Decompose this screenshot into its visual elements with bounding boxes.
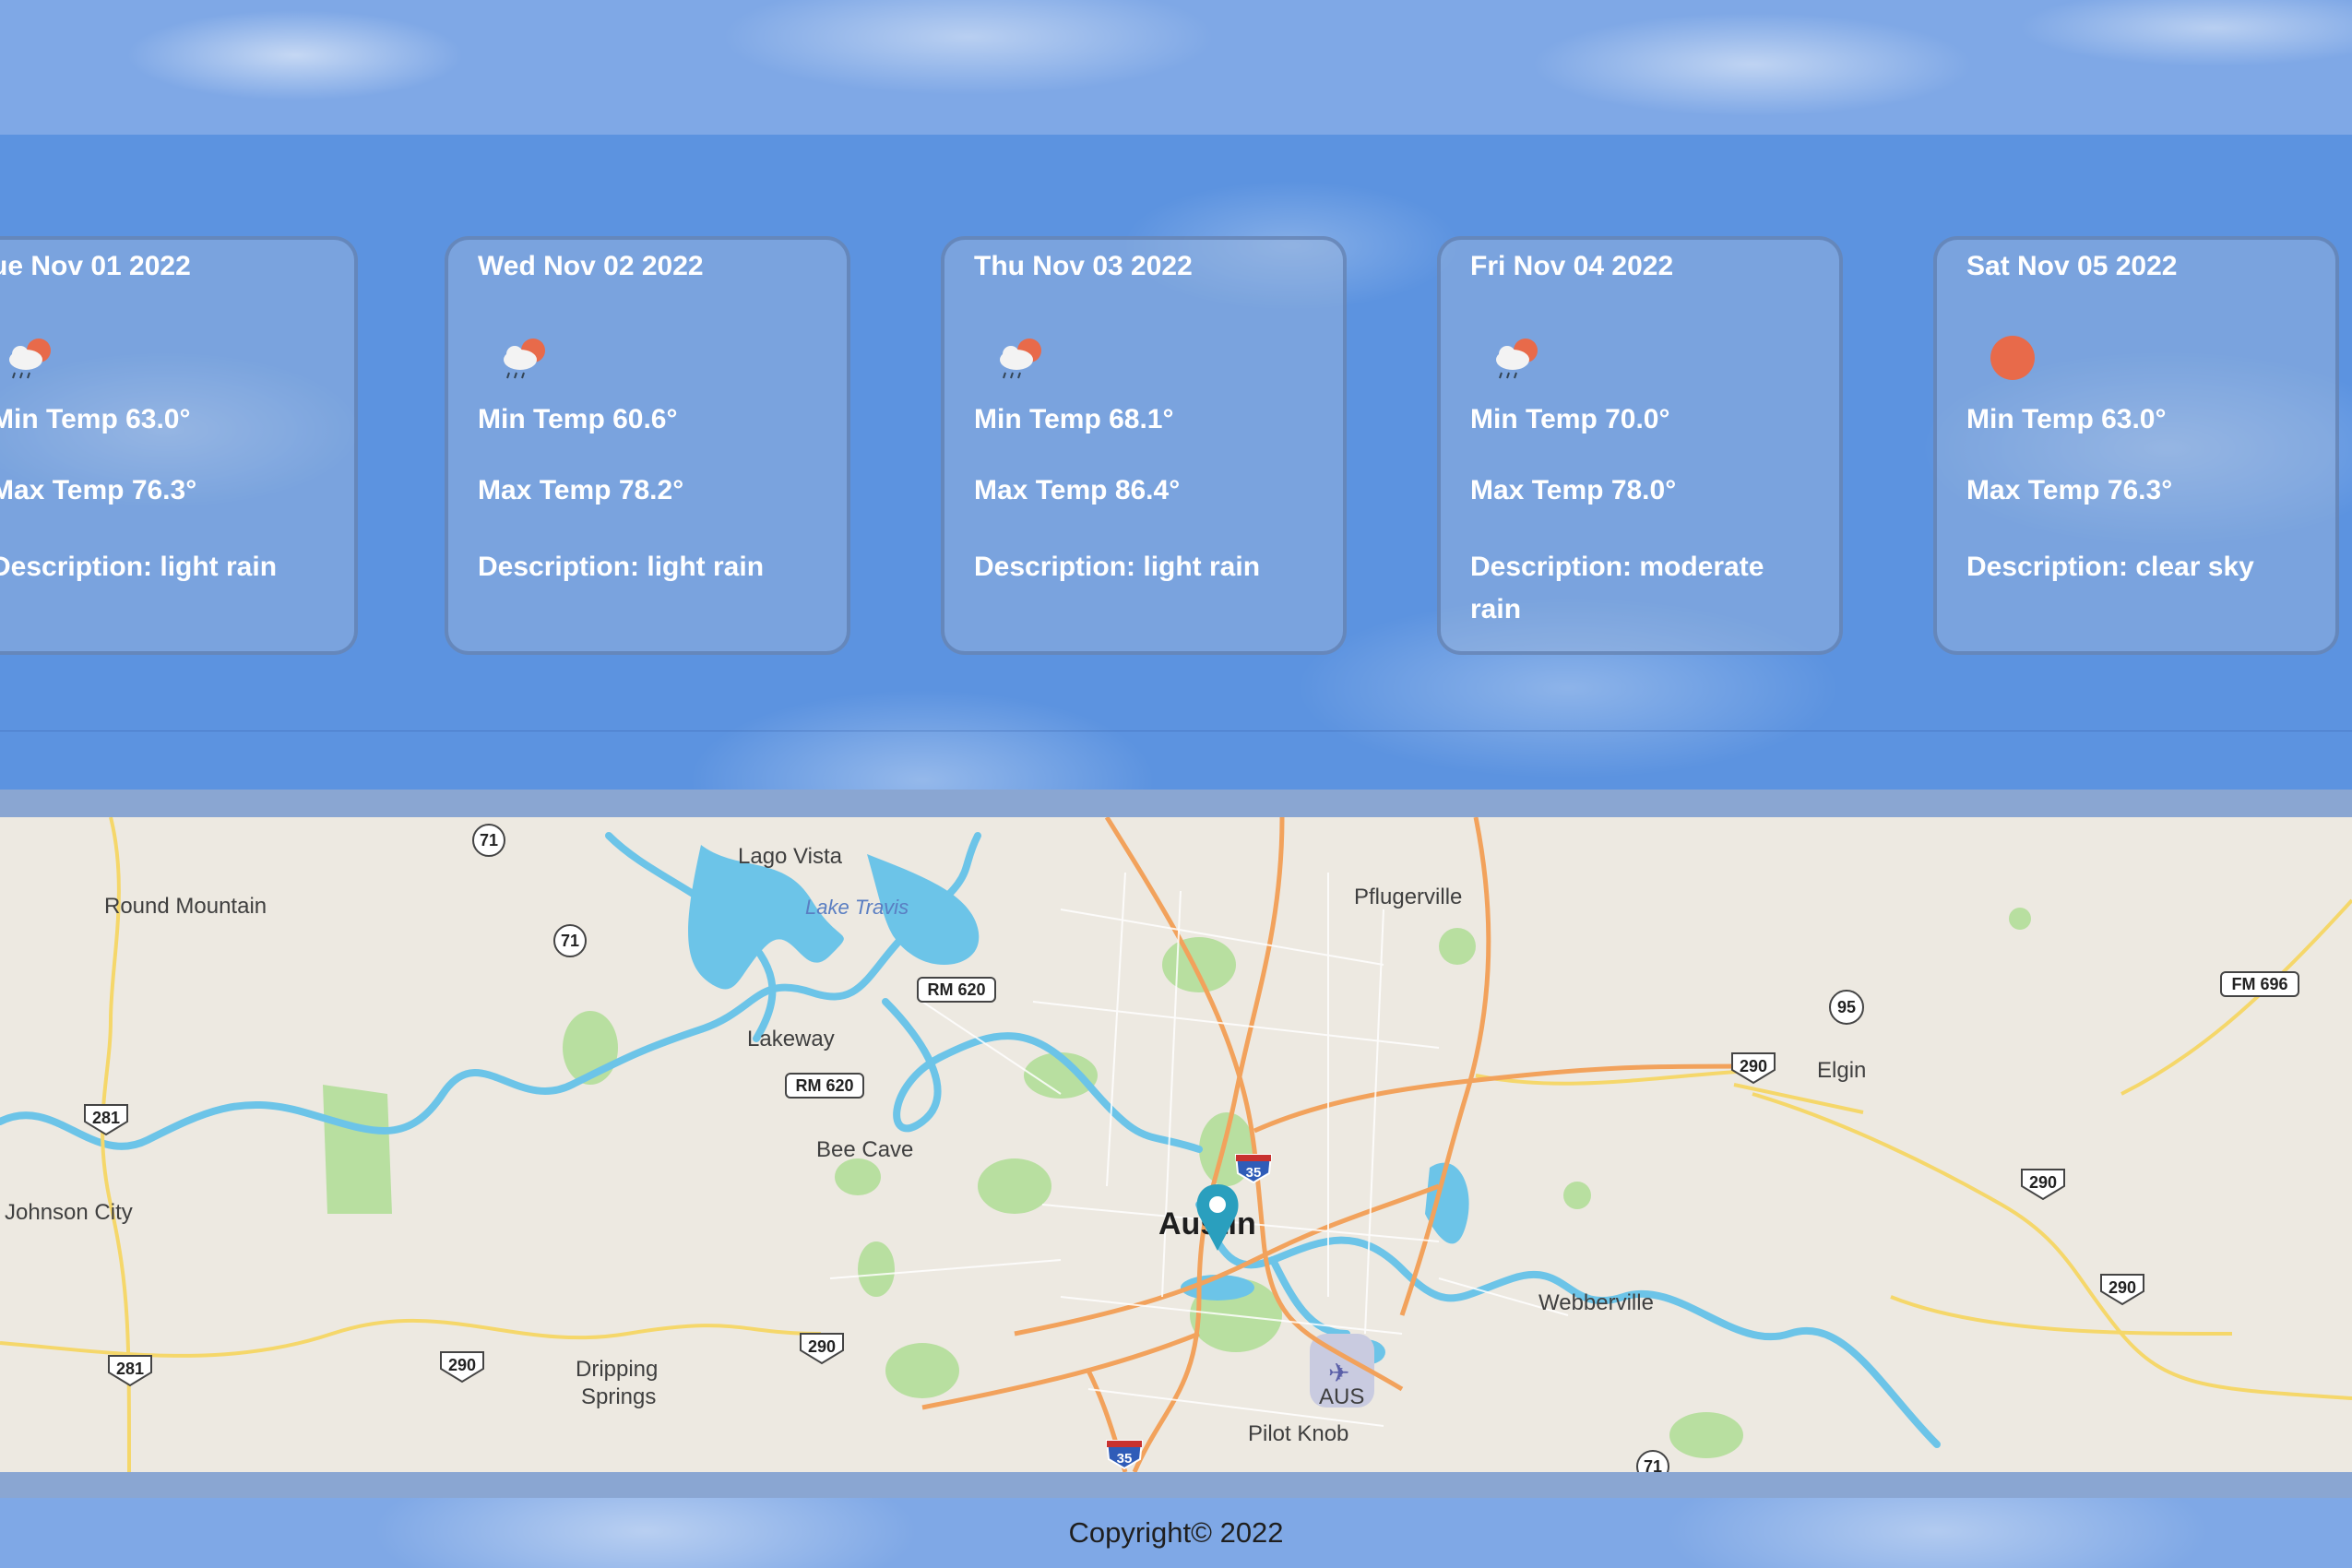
svg-text:281: 281 bbox=[116, 1360, 144, 1378]
weather-description: Description: light rain bbox=[0, 552, 278, 582]
svg-text:71: 71 bbox=[1644, 1457, 1662, 1472]
forecast-date: Wed Nov 02 2022 bbox=[478, 251, 704, 281]
max-temp: Max Temp 86.4° bbox=[974, 475, 1181, 505]
place-elgin: Elgin bbox=[1817, 1058, 1866, 1083]
airport-icon: ✈ bbox=[1328, 1359, 1349, 1387]
svg-text:71: 71 bbox=[561, 932, 579, 950]
map-view[interactable]: Lago Vista Lake Travis Round Mountain Pf… bbox=[0, 817, 2352, 1472]
highway-shield: 281 bbox=[84, 1104, 128, 1136]
forecast-date: ue Nov 01 2022 bbox=[0, 251, 191, 281]
weather-description: Description: clear sky bbox=[1966, 552, 2254, 582]
svg-text:290: 290 bbox=[2029, 1173, 2057, 1192]
highway-shield: FM 696 bbox=[2220, 971, 2299, 997]
svg-text:FM 696: FM 696 bbox=[2231, 975, 2287, 993]
highway-shield: 290 bbox=[2100, 1274, 2144, 1306]
map-frame-bottom bbox=[0, 1472, 2352, 1498]
svg-text:35: 35 bbox=[1117, 1451, 1133, 1467]
max-temp: Max Temp 78.2° bbox=[478, 475, 684, 505]
place-dripping: Dripping bbox=[576, 1357, 658, 1382]
forecast-card: Sat Nov 05 2022 Min Temp 63.0° Max Temp … bbox=[1933, 236, 2339, 655]
svg-text:281: 281 bbox=[92, 1109, 120, 1127]
place-lake-travis: Lake Travis bbox=[805, 896, 909, 919]
svg-text:RM 620: RM 620 bbox=[795, 1076, 853, 1095]
place-lago-vista: Lago Vista bbox=[738, 844, 843, 869]
min-temp: Min Temp 60.6° bbox=[478, 404, 678, 434]
svg-text:RM 620: RM 620 bbox=[927, 980, 985, 999]
sun-icon bbox=[1990, 336, 2035, 380]
weather-description: Description: light rain bbox=[478, 552, 765, 582]
highway-shield: 290 bbox=[440, 1351, 484, 1384]
map-canvas[interactable]: Lago Vista Lake Travis Round Mountain Pf… bbox=[0, 817, 2352, 1472]
rain-cloud-sun-icon bbox=[504, 339, 545, 379]
highway-shield: 71 bbox=[472, 824, 505, 857]
place-johnson-city: Johnson City bbox=[5, 1200, 133, 1225]
svg-text:290: 290 bbox=[1740, 1057, 1767, 1075]
highway-shield: 95 bbox=[1829, 990, 1864, 1025]
highway-shield: RM 620 bbox=[917, 977, 996, 1003]
highway-shield: RM 620 bbox=[785, 1073, 864, 1099]
highway-shield: 281 bbox=[108, 1355, 152, 1387]
svg-text:290: 290 bbox=[448, 1356, 476, 1374]
forecast-date: Thu Nov 03 2022 bbox=[974, 251, 1193, 281]
forecast-card: ue Nov 01 2022 Min Temp 63.0° Max Temp 7… bbox=[0, 236, 358, 655]
place-bee-cave: Bee Cave bbox=[816, 1137, 913, 1162]
map-frame-top bbox=[0, 790, 2352, 817]
forecast-card: Wed Nov 02 2022 Min Temp 60.6° Max Temp … bbox=[445, 236, 850, 655]
footer: Copyright© 2022 bbox=[0, 1498, 2352, 1568]
rain-cloud-sun-icon bbox=[1496, 339, 1538, 379]
place-pilot-knob: Pilot Knob bbox=[1248, 1421, 1348, 1446]
place-webberville: Webberville bbox=[1538, 1290, 1654, 1315]
forecast-card: Thu Nov 03 2022 Min Temp 68.1° Max Temp … bbox=[941, 236, 1347, 655]
min-temp: Min Temp 63.0° bbox=[1966, 404, 2167, 434]
lakes bbox=[688, 845, 1469, 1365]
min-temp: Min Temp 68.1° bbox=[974, 404, 1174, 434]
forecast-date: Sat Nov 05 2022 bbox=[1966, 251, 2178, 281]
place-aus-airport: AUS bbox=[1319, 1384, 1364, 1409]
weather-description: Description: light rain bbox=[974, 552, 1261, 582]
max-temp: Max Temp 76.3° bbox=[0, 475, 197, 505]
max-temp: Max Temp 76.3° bbox=[1966, 475, 2173, 505]
copyright-text: Copyright© 2022 bbox=[1068, 1516, 1284, 1549]
svg-text:290: 290 bbox=[2108, 1278, 2136, 1297]
max-temp: Max Temp 78.0° bbox=[1470, 475, 1677, 505]
rain-cloud-sun-icon bbox=[1000, 339, 1041, 379]
svg-text:290: 290 bbox=[808, 1337, 836, 1356]
min-temp: Min Temp 63.0° bbox=[0, 404, 191, 434]
place-round-mountain: Round Mountain bbox=[104, 894, 267, 919]
svg-text:95: 95 bbox=[1837, 998, 1856, 1016]
svg-text:35: 35 bbox=[1246, 1165, 1262, 1181]
rain-cloud-sun-icon bbox=[9, 339, 51, 379]
highway-shield: 71 bbox=[1636, 1450, 1669, 1472]
highway-shield: 290 bbox=[1731, 1052, 1776, 1085]
forecast-date: Fri Nov 04 2022 bbox=[1470, 251, 1674, 281]
highway-shield: 290 bbox=[2021, 1169, 2065, 1201]
place-lakeway: Lakeway bbox=[747, 1027, 835, 1051]
weather-description: Description: moderate rain bbox=[1470, 552, 1764, 624]
forecast-card: Fri Nov 04 2022 Min Temp 70.0° Max Temp … bbox=[1437, 236, 1843, 655]
highway-shield: 71 bbox=[553, 924, 587, 957]
min-temp: Min Temp 70.0° bbox=[1470, 404, 1670, 434]
highway-shield: 290 bbox=[800, 1333, 844, 1365]
place-springs: Springs bbox=[581, 1384, 656, 1409]
svg-text:71: 71 bbox=[480, 831, 498, 849]
place-pflugerville: Pflugerville bbox=[1354, 885, 1462, 909]
